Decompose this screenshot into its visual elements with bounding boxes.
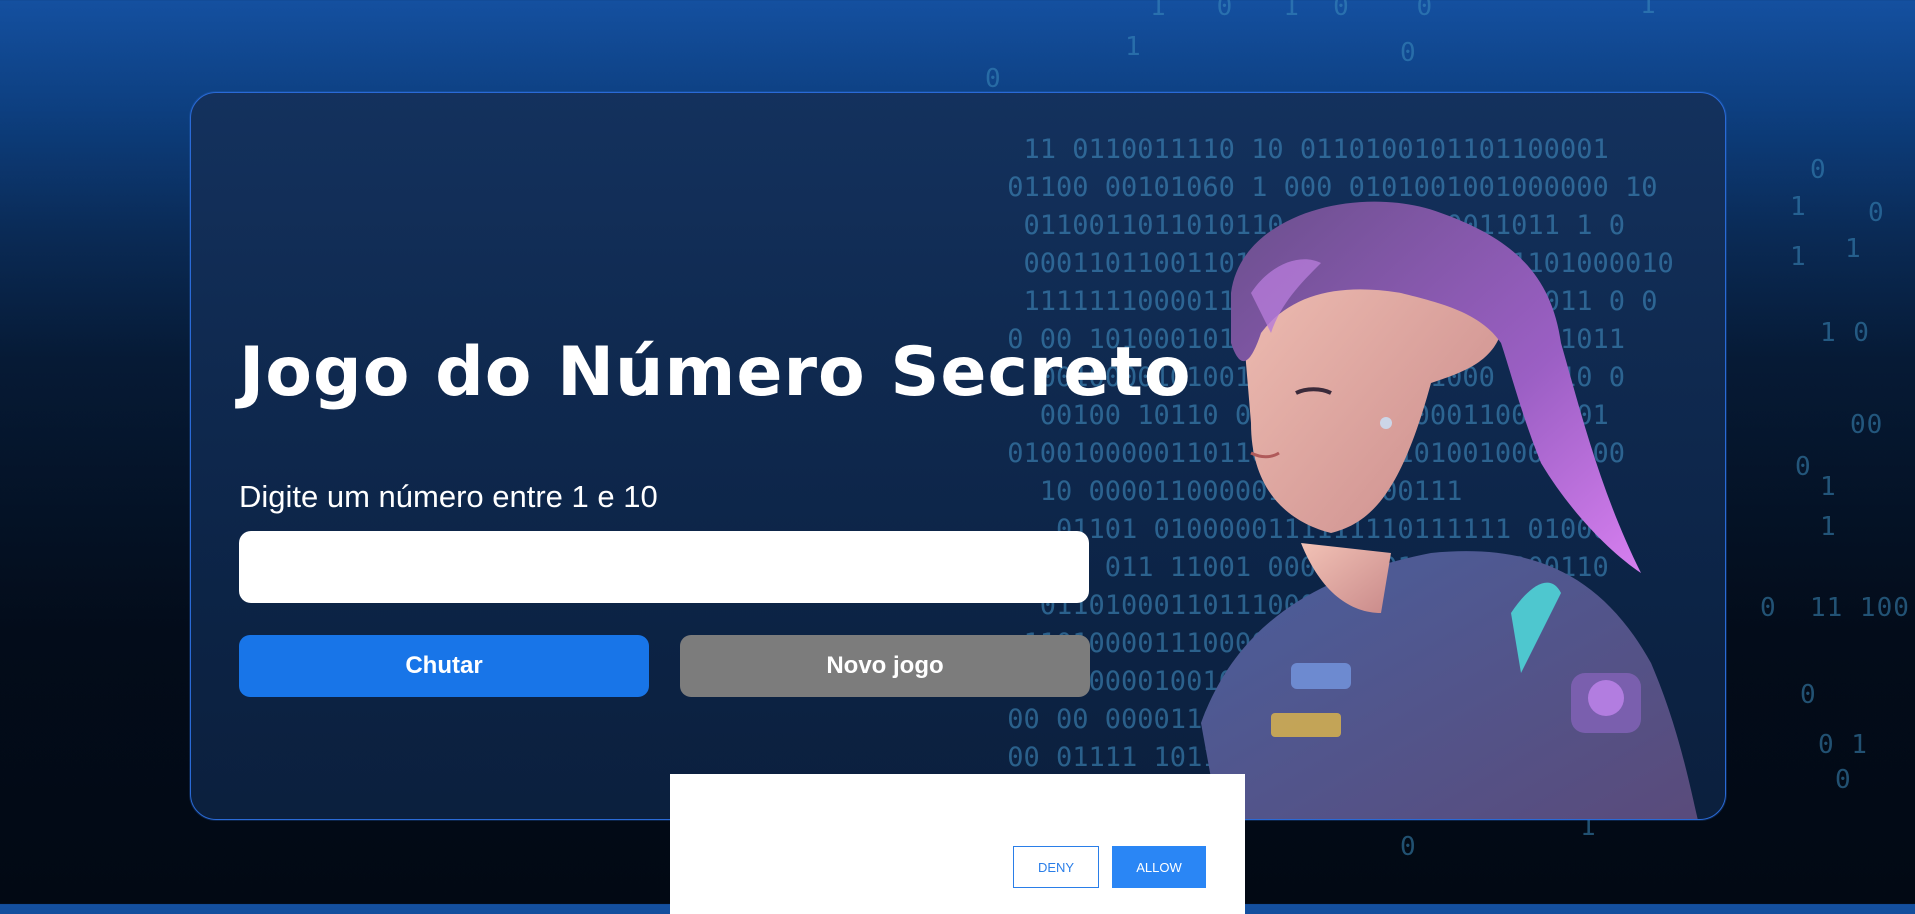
permission-dialog: DENY ALLOW <box>670 774 1245 914</box>
game-card: 11 0110011110 10 0110100101101100001 011… <box>190 92 1726 820</box>
guess-button[interactable]: Chutar <box>239 635 649 697</box>
page-title: Jogo do Número Secreto <box>239 333 1192 412</box>
deny-button[interactable]: DENY <box>1013 846 1099 888</box>
new-game-button[interactable]: Novo jogo <box>680 635 1090 697</box>
allow-button[interactable]: ALLOW <box>1112 846 1206 888</box>
guess-prompt: Digite um número entre 1 e 10 <box>239 479 658 514</box>
hero-character-illustration <box>1201 201 1698 819</box>
guess-input[interactable] <box>239 531 1089 603</box>
